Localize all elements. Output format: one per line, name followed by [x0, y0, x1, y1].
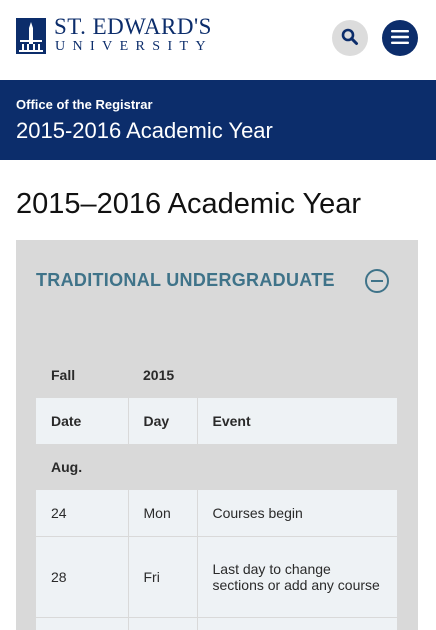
cell-event: Last day to change sections or add any c…: [197, 537, 398, 617]
column-header-date: Date: [36, 398, 129, 444]
university-logo[interactable]: ST. EDWARD'S UNIVERSITY: [16, 14, 236, 58]
collapse-button[interactable]: [365, 269, 389, 293]
month-label: Aug.: [51, 459, 83, 475]
collapse-minus-icon: [371, 280, 383, 282]
banner-title: 2015-2016 Academic Year: [16, 118, 273, 143]
logo-name: ST. EDWARD'S: [54, 14, 212, 39]
cell-event-text: Last day to change sections or add any c…: [212, 561, 380, 593]
page-title: 2015–2016 Academic Year: [16, 188, 362, 220]
hamburger-menu-icon: [391, 29, 409, 47]
logo-subtitle: UNIVERSITY: [55, 39, 213, 54]
breadcrumb-registrar-link[interactable]: Office of the Registrar: [16, 97, 153, 112]
menu-button[interactable]: [382, 20, 418, 56]
table-row: 28 Fri Last day to change sections or ad…: [36, 537, 398, 617]
cell-day: Mon: [128, 490, 198, 536]
term-row: Fall 2015: [36, 352, 398, 398]
cell-day: [128, 618, 198, 630]
page-banner: Office of the Registrar 2015-2016 Academ…: [0, 80, 436, 160]
term-year: 2015: [143, 367, 175, 383]
accordion-panel: TRADITIONAL UNDERGRADUATE Fall 2015 Date…: [16, 240, 418, 630]
accordion-heading[interactable]: TRADITIONAL UNDERGRADUATE: [36, 270, 335, 291]
search-button[interactable]: [332, 20, 368, 56]
table-row: 24 Mon Courses begin: [36, 490, 398, 536]
cell-date: [36, 618, 129, 630]
month-row: Aug.: [36, 444, 398, 490]
cell-event: Courses begin: [197, 490, 398, 536]
table-row: [36, 618, 398, 630]
cell-date: 28: [36, 537, 129, 617]
column-header-day: Day: [128, 398, 198, 444]
tower-logo-icon: [16, 18, 46, 54]
column-header-event: Event: [197, 398, 398, 444]
cell-date: 24: [36, 490, 129, 536]
cell-day: Fri: [128, 537, 198, 617]
term-label: Fall: [51, 367, 76, 383]
search-icon: [341, 28, 359, 49]
site-header: ST. EDWARD'S UNIVERSITY: [0, 0, 436, 80]
table-header-row: Date Day Event: [36, 398, 398, 444]
calendar-table: Fall 2015 Date Day Event Aug. 24 Mon Cou…: [36, 352, 398, 630]
cell-event: [197, 618, 398, 630]
